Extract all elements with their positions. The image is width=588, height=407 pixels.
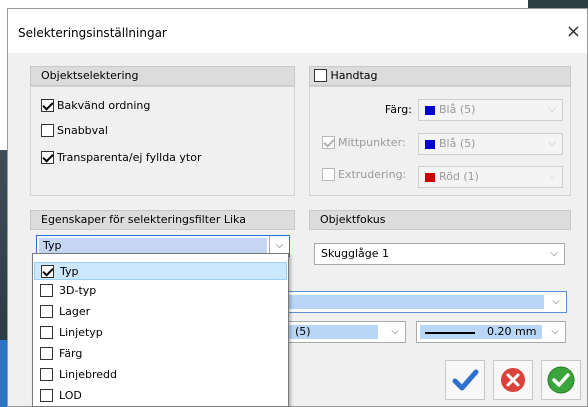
checkbox[interactable] xyxy=(41,98,54,112)
handle-color-select[interactable]: Blå (5) ⌵ xyxy=(418,99,563,121)
dialog-title: Selekteringsinställningar xyxy=(18,26,167,40)
extrusion-color-select[interactable]: Röd (1) ⌵ xyxy=(418,166,563,188)
chevron-down-icon: ⌵ xyxy=(391,326,399,337)
extrusion-option[interactable]: Extrudering: xyxy=(322,167,406,181)
checkbox[interactable] xyxy=(40,284,53,297)
chevron-down-icon: ⌵ xyxy=(552,296,560,307)
checkbox[interactable] xyxy=(41,123,54,137)
list-item[interactable]: LOD xyxy=(34,387,287,405)
selection-highlight xyxy=(288,295,544,309)
option-quick-select[interactable]: Snabbval xyxy=(41,123,108,137)
filter-property-dropdown-list: Typ 3D-typ Lager Linjetyp Färg Linjebred… xyxy=(32,253,289,407)
object-focus-header: Objektfokus xyxy=(309,210,571,230)
handle-color-label: Färg: xyxy=(384,103,412,116)
chevron-down-icon: ⌵ xyxy=(550,248,558,259)
checkbox[interactable] xyxy=(41,265,54,278)
selection-highlight xyxy=(39,238,267,254)
apply-icon xyxy=(547,366,575,394)
checkbox[interactable] xyxy=(40,389,53,402)
checkbox[interactable] xyxy=(40,305,53,318)
close-icon[interactable]: × xyxy=(566,21,581,42)
line-width-select[interactable]: 0.20 mm ⌵ xyxy=(416,321,566,343)
ok-button[interactable] xyxy=(445,360,485,400)
option-transparent-surfaces[interactable]: Transparenta/ej fyllda ytor xyxy=(41,150,202,164)
cancel-button[interactable] xyxy=(493,360,533,400)
checkmark-icon xyxy=(452,369,479,391)
checkbox[interactable] xyxy=(41,150,54,164)
list-item[interactable]: Linjebredd xyxy=(34,366,287,384)
checkbox[interactable] xyxy=(322,135,335,149)
filter-properties-header: Egenskaper för selekteringsfilter Lika xyxy=(30,210,295,230)
chevron-down-icon: ⌵ xyxy=(548,171,556,182)
checkbox[interactable] xyxy=(322,167,335,181)
handles-checkbox[interactable] xyxy=(314,68,327,82)
checkbox[interactable] xyxy=(40,347,53,360)
color-swatch xyxy=(425,139,435,149)
option-reverse-order[interactable]: Bakvänd ordning xyxy=(41,98,150,112)
object-selection-header: Objektselektering xyxy=(30,66,295,86)
title-bar: Selekteringsinställningar × xyxy=(8,9,587,53)
object-focus-select[interactable]: Skugglåge 1 ⌵ xyxy=(314,243,565,265)
line-sample xyxy=(425,332,475,334)
checkbox[interactable] xyxy=(40,326,53,339)
checkbox[interactable] xyxy=(40,368,53,381)
list-item[interactable]: 3D-typ xyxy=(34,282,287,300)
color-swatch xyxy=(425,105,435,115)
handles-header[interactable]: Handtag xyxy=(309,66,571,86)
chevron-down-icon: ⌵ xyxy=(548,138,556,149)
apply-button[interactable] xyxy=(541,360,581,400)
midpoints-option[interactable]: Mittpunkter: xyxy=(322,135,406,149)
list-item[interactable]: Typ xyxy=(34,262,287,280)
list-item[interactable]: Lager xyxy=(34,303,287,321)
midpoints-color-select[interactable]: Blå (5) ⌵ xyxy=(418,133,563,155)
cancel-icon xyxy=(501,368,525,392)
list-item[interactable]: Färg xyxy=(34,345,287,363)
color-swatch xyxy=(425,172,435,182)
list-item[interactable]: Linjetyp xyxy=(34,324,287,342)
chevron-down-icon: ⌵ xyxy=(548,104,556,115)
chevron-down-icon: ⌵ xyxy=(551,326,559,337)
